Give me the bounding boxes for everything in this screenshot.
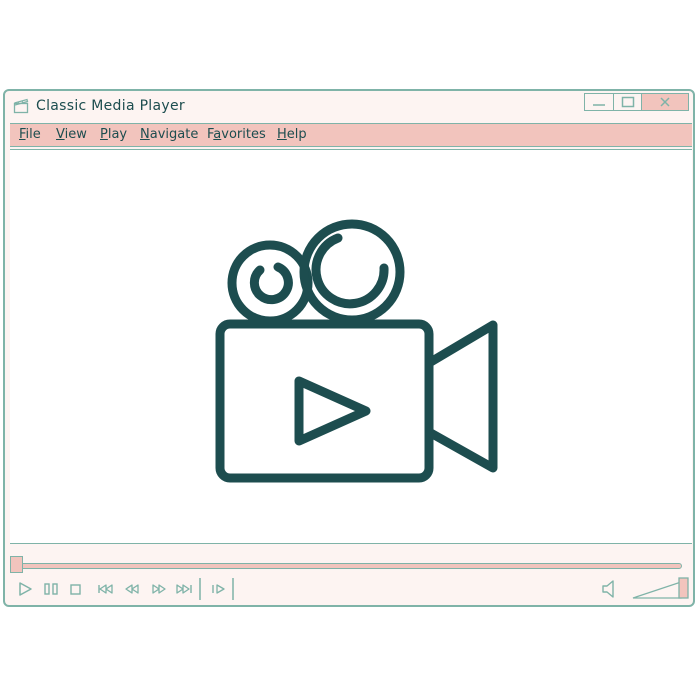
menu-item-favorites-label: avorites	[213, 127, 266, 142]
menu-item-file-label: ile	[25, 127, 41, 142]
menu-item-navigate-mnemonic: N	[140, 127, 150, 142]
menu-item-navigate-label: avigate	[149, 127, 199, 142]
menu-item-play-label: lay	[107, 127, 128, 142]
minimize-button[interactable]	[584, 93, 614, 111]
menu-item-view-label: iew	[64, 127, 87, 142]
menu-bar: File View Play Navigate Favorites Help	[10, 123, 692, 147]
menu-item-play[interactable]: Play	[100, 127, 127, 142]
seek-thumb[interactable]	[10, 556, 23, 573]
playback-controls	[5, 576, 697, 604]
menu-item-view[interactable]: View	[56, 127, 87, 142]
menu-item-favorites[interactable]: Favorites	[207, 127, 266, 142]
minimize-icon	[593, 104, 605, 106]
rewind-icon[interactable]	[123, 580, 141, 598]
close-button[interactable]	[641, 93, 689, 111]
menu-item-file[interactable]: File	[19, 127, 41, 142]
window-controls	[584, 93, 689, 113]
menu-item-view-mnemonic: V	[56, 127, 65, 142]
control-divider	[199, 578, 201, 600]
menu-item-help-label: elp	[286, 127, 307, 142]
pause-icon[interactable]	[43, 580, 59, 598]
media-player-window: Classic Media Player File View Play Navi…	[3, 89, 695, 607]
maximize-button[interactable]	[612, 93, 643, 111]
seek-bar[interactable]	[17, 563, 682, 569]
menu-item-navigate[interactable]: Navigate	[140, 127, 198, 142]
speaker-icon[interactable]	[600, 578, 618, 600]
volume-slider[interactable]	[631, 576, 691, 602]
close-icon	[660, 97, 670, 107]
video-camera-icon	[215, 219, 498, 483]
title-bar[interactable]: Classic Media Player	[5, 91, 693, 121]
fast-forward-icon[interactable]	[150, 580, 168, 598]
menu-item-play-mnemonic: P	[100, 127, 108, 142]
maximize-icon	[621, 96, 634, 108]
skip-forward-icon[interactable]	[175, 580, 193, 598]
menu-item-help-mnemonic: H	[277, 127, 287, 142]
control-divider	[232, 578, 234, 600]
window-title: Classic Media Player	[36, 98, 185, 114]
skip-back-icon[interactable]	[97, 580, 115, 598]
video-viewport[interactable]	[10, 149, 692, 544]
clapperboard-icon	[13, 98, 29, 114]
frame-step-icon[interactable]	[210, 580, 228, 598]
stop-icon[interactable]	[68, 580, 84, 598]
play-icon[interactable]	[16, 580, 34, 598]
menu-item-help[interactable]: Help	[277, 127, 307, 142]
